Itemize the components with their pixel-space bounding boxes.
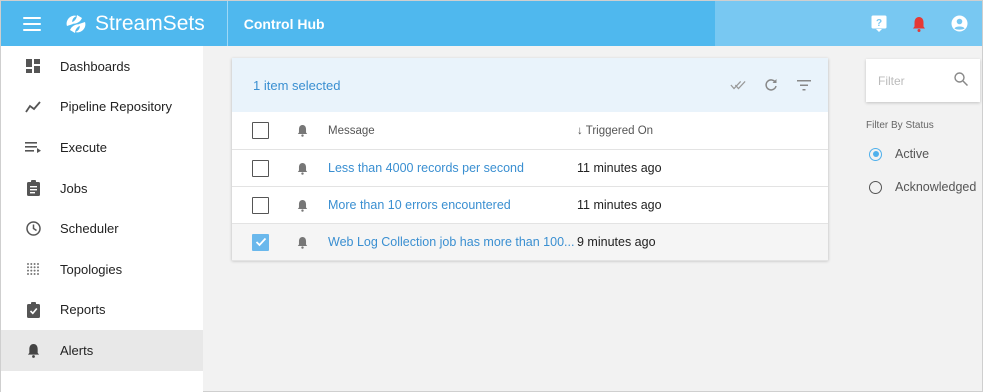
pipeline-icon: [25, 99, 41, 115]
filter-option-label: Acknowledged: [895, 180, 977, 194]
checkmark-icon: [255, 237, 266, 247]
table-row[interactable]: Less than 4000 records per second 11 min…: [232, 150, 828, 187]
alert-bell-icon: [296, 235, 308, 249]
bell-icon: [25, 342, 41, 358]
row-checkbox[interactable]: [252, 196, 269, 214]
sidebar-item-pipeline-repository[interactable]: Pipeline Repository: [1, 87, 203, 128]
filter-option-acknowledged[interactable]: Acknowledged: [869, 180, 976, 194]
column-header-message[interactable]: Message: [328, 125, 375, 137]
row-checkbox[interactable]: [252, 233, 269, 251]
alert-message-link[interactable]: More than 10 errors encountered: [328, 198, 511, 212]
table-row[interactable]: Web Log Collection job has more than 100…: [232, 224, 828, 261]
filter-list-icon[interactable]: [796, 77, 812, 93]
sidebar-item-label: Execute: [60, 139, 107, 155]
sidebar-item-label: Jobs: [60, 180, 88, 196]
table-row[interactable]: More than 10 errors encountered 11 minut…: [232, 187, 828, 224]
menu-button[interactable]: [1, 1, 63, 46]
filter-input[interactable]: Filter: [866, 59, 980, 102]
sidebar-item-scheduler[interactable]: Scheduler: [1, 208, 203, 249]
acknowledge-all-icon[interactable]: [730, 77, 746, 93]
filter-option-active[interactable]: Active: [869, 147, 929, 161]
filter-placeholder: Filter: [878, 73, 905, 88]
topology-icon: [25, 261, 41, 277]
radio-selected-icon[interactable]: [869, 147, 882, 161]
radio-unselected-icon[interactable]: [869, 180, 882, 194]
filter-status-label: Filter By Status: [866, 120, 934, 131]
selection-count: 1 item selected: [253, 77, 341, 93]
dashboard-icon: [25, 58, 41, 74]
sidebar-item-dashboards[interactable]: Dashboards: [1, 46, 203, 87]
sidebar-item-label: Alerts: [60, 342, 94, 358]
sidebar-item-jobs[interactable]: Jobs: [1, 168, 203, 209]
topbar-actions: ?: [715, 1, 982, 46]
row-checkbox[interactable]: [252, 159, 269, 177]
alert-triggered-time: 11 minutes ago: [577, 198, 662, 212]
execute-icon: [25, 139, 41, 155]
alert-bell-icon: [296, 198, 308, 212]
column-header-triggered-on[interactable]: ↓ Triggered On: [577, 125, 653, 137]
alert-triggered-time: 9 minutes ago: [577, 235, 656, 249]
brand-name: StreamSets: [95, 11, 205, 35]
notification-bell-icon[interactable]: [910, 15, 928, 33]
table-actions: [730, 58, 812, 112]
search-icon[interactable]: [954, 72, 969, 89]
reports-icon: [25, 301, 41, 318]
select-all-checkbox[interactable]: [252, 122, 269, 139]
sidebar-item-alerts[interactable]: Alerts: [1, 330, 203, 371]
sidebar-item-reports[interactable]: Reports: [1, 290, 203, 331]
sidebar-item-execute[interactable]: Execute: [1, 127, 203, 168]
alerts-table-card: 1 item selected Message ↓ Triggered On L…: [232, 58, 828, 261]
svg-text:?: ?: [876, 18, 882, 29]
clock-icon: [25, 221, 41, 237]
jobs-icon: [25, 180, 41, 197]
alert-message-link[interactable]: Web Log Collection job has more than 100…: [328, 235, 574, 249]
sidebar-item-label: Pipeline Repository: [60, 99, 173, 115]
streamsets-logo-icon: [66, 14, 86, 33]
alert-triggered-time: 11 minutes ago: [577, 161, 662, 175]
filter-option-label: Active: [895, 147, 930, 161]
sidebar: Dashboards Pipeline Repository Execute J…: [1, 46, 203, 392]
table-header-row: Message ↓ Triggered On: [232, 112, 828, 150]
user-account-icon[interactable]: [950, 15, 968, 33]
sidebar-item-topologies[interactable]: Topologies: [1, 249, 203, 290]
sidebar-item-label: Dashboards: [60, 58, 131, 74]
app-title: Control Hub: [243, 15, 325, 32]
alert-message-link[interactable]: Less than 4000 records per second: [328, 161, 524, 175]
bell-column-icon: [296, 124, 308, 138]
menu-icon: [23, 16, 41, 31]
sidebar-item-label: Reports: [60, 302, 106, 318]
alert-bell-icon: [296, 161, 308, 175]
top-bar: StreamSets Control Hub ?: [1, 1, 982, 46]
refresh-icon[interactable]: [763, 77, 779, 93]
brand-logo[interactable]: StreamSets: [63, 1, 228, 46]
sidebar-item-label: Topologies: [60, 261, 123, 277]
selection-header: 1 item selected: [232, 58, 828, 112]
sidebar-item-label: Scheduler: [60, 221, 119, 237]
help-icon[interactable]: ?: [870, 15, 888, 33]
